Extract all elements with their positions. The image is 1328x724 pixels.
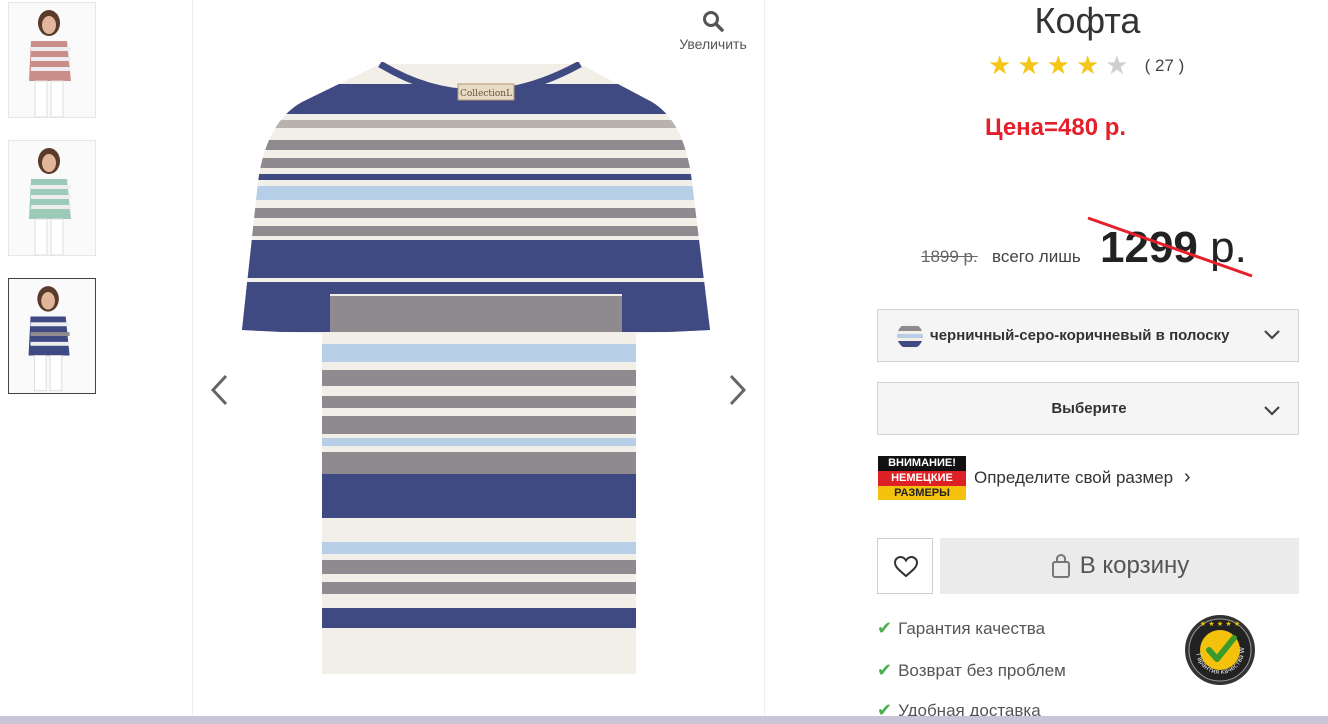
star-icon: ★ xyxy=(988,51,1012,81)
size-select[interactable]: Выберите xyxy=(877,382,1299,435)
svg-text:CollectionL: CollectionL xyxy=(460,89,512,99)
chevron-down-icon xyxy=(1264,330,1280,340)
star-icon: ★ xyxy=(1046,51,1070,81)
chevron-right-icon xyxy=(729,374,747,406)
feature-returns: ✔ Возврат без проблем xyxy=(877,660,1066,681)
shopping-bag-icon xyxy=(1051,553,1070,578)
wishlist-button[interactable] xyxy=(877,538,933,594)
price-note: Цена=480 р. xyxy=(985,114,1127,141)
product-image: CollectionL xyxy=(242,62,710,674)
color-swatch-icon xyxy=(897,323,923,349)
size-select-value: Выберите xyxy=(1051,400,1127,417)
german-sizes-line2: НЕМЕЦКИЕ xyxy=(878,471,966,486)
rating[interactable]: ★ ★ ★ ★ ★ ( 27 ) xyxy=(988,53,1184,79)
thumbnail-3-image xyxy=(9,279,95,393)
thumbnail-1[interactable] xyxy=(8,2,96,118)
add-to-cart-label: В корзину xyxy=(1079,552,1190,579)
quality-badge-icon: Гарантия качества WITT ★ ★ ★ ★ ★ xyxy=(1184,614,1255,685)
add-to-cart-button[interactable]: В корзину xyxy=(940,538,1299,594)
check-icon: ✔ xyxy=(877,618,893,638)
feature-label: Возврат без проблем xyxy=(898,660,1066,680)
thumbnail-1-image xyxy=(9,3,95,117)
product-title: Кофта xyxy=(1034,0,1141,41)
heart-icon xyxy=(893,555,919,578)
thumbnail-2-image xyxy=(9,141,95,255)
feature-label: Гарантия качества xyxy=(898,618,1046,638)
only-label: всего лишь xyxy=(992,247,1081,266)
zoom-label: Увеличить xyxy=(679,36,747,52)
color-select-value: черничный-серо-коричневый в полоску xyxy=(930,327,1230,344)
size-guide-link[interactable]: Определите свой размер › xyxy=(974,466,1191,489)
size-guide-label: Определите свой размер xyxy=(974,468,1174,487)
next-image-button[interactable] xyxy=(725,370,751,410)
zoom-button[interactable]: Увеличить xyxy=(672,10,754,52)
star-empty-icon: ★ xyxy=(1105,51,1129,81)
star-icon: ★ xyxy=(1075,51,1100,81)
chevron-right-icon: › xyxy=(1183,466,1191,488)
previous-image-button[interactable] xyxy=(206,370,232,410)
check-icon: ✔ xyxy=(877,660,893,680)
thumbnail-3[interactable] xyxy=(8,278,96,394)
german-sizes-line1: ВНИМАНИЕ! xyxy=(878,456,966,471)
review-count[interactable]: ( 27 ) xyxy=(1145,56,1185,76)
thumbnail-2[interactable] xyxy=(8,140,96,256)
price-strike-line xyxy=(1087,216,1253,278)
chevron-left-icon xyxy=(210,374,228,406)
feature-quality: ✔ Гарантия качества xyxy=(877,618,1045,639)
taskbar xyxy=(0,716,1328,724)
old-price: 1899 р. xyxy=(921,247,978,266)
chevron-down-icon xyxy=(1264,406,1280,416)
german-sizes-badge: ВНИМАНИЕ! НЕМЕЦКИЕ РАЗМЕРЫ xyxy=(878,456,966,500)
german-sizes-line3: РАЗМЕРЫ xyxy=(878,486,966,500)
search-icon xyxy=(703,11,724,32)
svg-text:★ ★ ★ ★ ★: ★ ★ ★ ★ ★ xyxy=(1200,620,1240,628)
star-icon: ★ xyxy=(1017,51,1041,81)
color-select[interactable]: черничный-серо-коричневый в полоску xyxy=(877,309,1299,362)
